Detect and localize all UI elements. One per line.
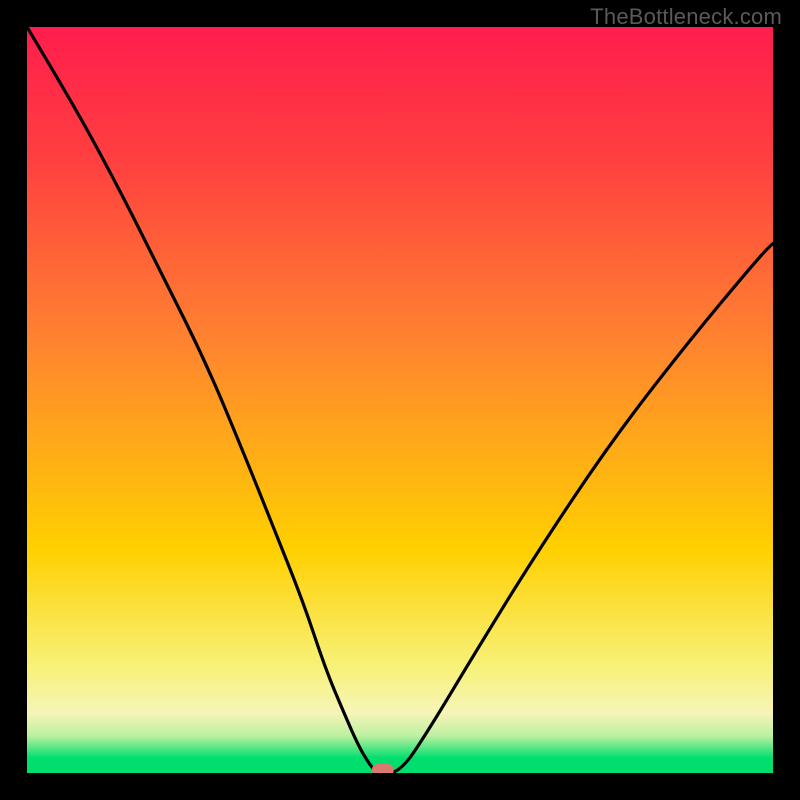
plot-area — [27, 27, 773, 773]
chart-frame: TheBottleneck.com — [0, 0, 800, 800]
bottleneck-curve — [27, 27, 773, 773]
curve-path — [27, 27, 773, 773]
min-marker — [372, 764, 394, 773]
